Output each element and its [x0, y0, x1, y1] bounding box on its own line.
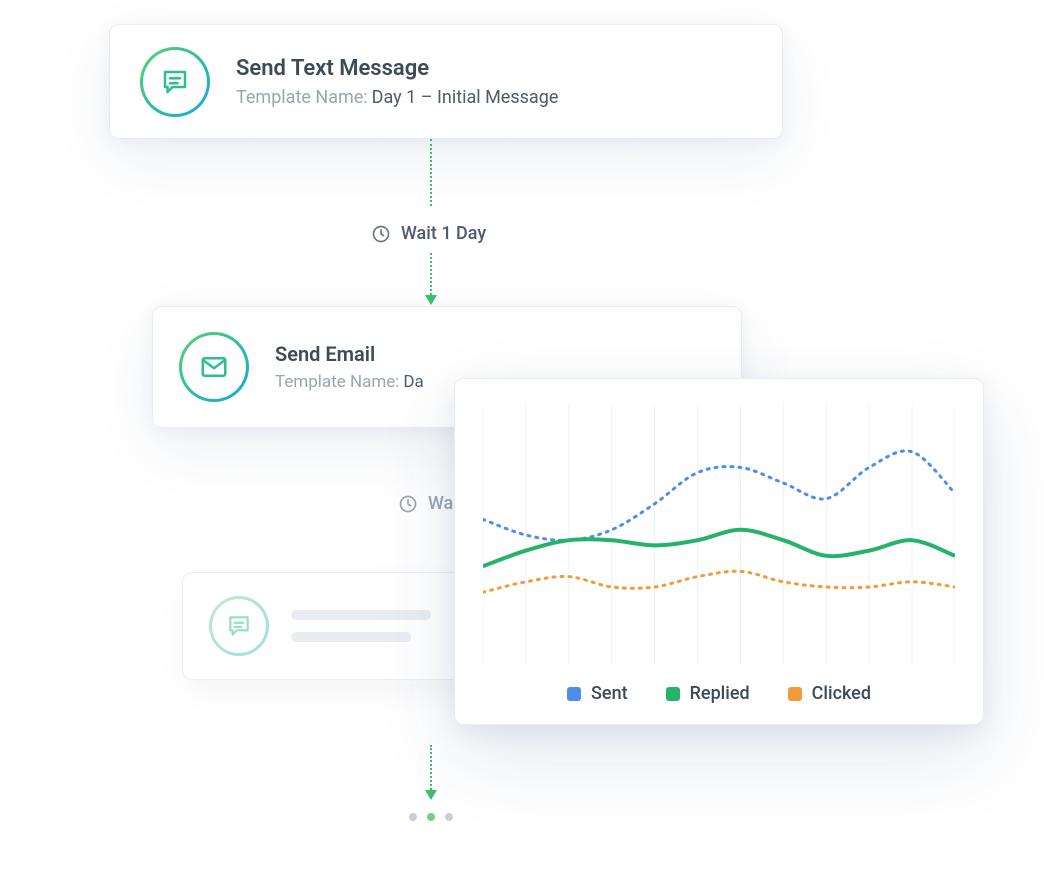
email-icon — [199, 352, 229, 382]
connector — [430, 253, 432, 295]
template-value: Day 1 – Initial Message — [372, 87, 559, 108]
skeleton-line — [291, 610, 431, 620]
step-title: Send Text Message — [236, 56, 558, 81]
legend-swatch — [666, 687, 680, 701]
wait-step-1: Wait 1 Day — [371, 223, 486, 244]
step-template: Template Name: Da — [275, 372, 424, 392]
chart-svg — [483, 405, 955, 665]
dot — [427, 813, 435, 821]
template-value: Da — [403, 372, 423, 392]
template-label: Template Name: — [236, 87, 368, 108]
dot — [409, 813, 417, 821]
skeleton-line — [291, 632, 411, 642]
legend-item-replied: Replied — [666, 683, 750, 704]
step-icon-ring — [179, 332, 249, 402]
template-label: Template Name: — [275, 372, 399, 392]
wait-step-2: Wa — [398, 493, 453, 514]
legend-item-clicked: Clicked — [788, 683, 871, 704]
legend-label: Clicked — [812, 683, 871, 704]
message-icon — [226, 613, 252, 639]
arrowhead-icon — [425, 295, 437, 305]
legend-item-sent: Sent — [567, 683, 628, 704]
legend-label: Sent — [591, 683, 628, 704]
analytics-chart-card[interactable]: Sent Replied Clicked — [454, 378, 984, 725]
step-icon-ring — [140, 47, 210, 117]
legend-label: Replied — [690, 683, 750, 704]
chart-area — [483, 405, 955, 665]
chart-legend: Sent Replied Clicked — [483, 683, 955, 704]
connector — [430, 139, 432, 206]
message-icon — [160, 67, 190, 97]
continuation-dots — [409, 813, 453, 821]
step-icon-ring — [209, 596, 269, 656]
step-text: Send Text Message Template Name: Day 1 –… — [236, 56, 558, 108]
workflow-canvas: Send Text Message Template Name: Day 1 –… — [0, 0, 1044, 880]
connector — [430, 745, 432, 790]
wait-label: Wa — [428, 493, 453, 514]
legend-swatch — [567, 687, 581, 701]
clock-icon — [371, 224, 391, 244]
legend-swatch — [788, 687, 802, 701]
step-send-text[interactable]: Send Text Message Template Name: Day 1 –… — [109, 24, 783, 139]
arrowhead-icon — [425, 790, 437, 800]
clock-icon — [398, 494, 418, 514]
step-text: Send Email Template Name: Da — [275, 342, 424, 392]
wait-label: Wait 1 Day — [401, 223, 486, 244]
dot — [445, 813, 453, 821]
step-template: Template Name: Day 1 – Initial Message — [236, 87, 558, 108]
step-title: Send Email — [275, 342, 424, 366]
